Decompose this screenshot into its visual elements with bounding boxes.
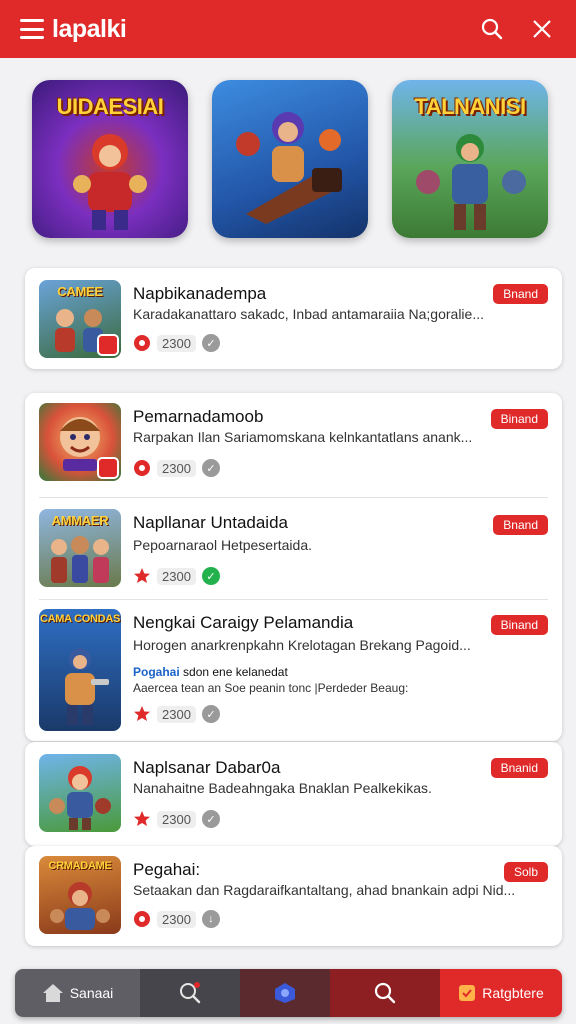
game-thumbnail: CAMA CONDAS (39, 609, 121, 731)
install-button[interactable]: Bnanid (490, 758, 548, 778)
app-badge-icon (97, 334, 119, 356)
game-card: Naplsanar Dabar0a Nanahaitne Badeahngaka… (25, 742, 562, 846)
list-item[interactable]: Pemarnadamoob Rarpakan Ilan Sariamomskan… (25, 393, 562, 497)
menu-icon[interactable] (20, 19, 44, 39)
rating-icon (134, 911, 150, 927)
search-icon[interactable] (478, 15, 506, 43)
list-item[interactable]: CRMADAME Pegahai: Setaakan dan Ragdaraif… (25, 846, 562, 946)
download-count: 2300 (157, 459, 196, 477)
nav-favorites[interactable]: Ratgbtere (440, 969, 562, 1017)
game-meta: 2300 ✓ (133, 567, 220, 585)
game-meta: 2300 ↓ (133, 910, 220, 928)
nav-search[interactable] (140, 969, 240, 1017)
install-button[interactable]: Binand (490, 409, 548, 429)
game-title: Nengkai Caraigy Pelamandia (133, 613, 354, 632)
verified-icon: ✓ (201, 810, 220, 828)
close-icon[interactable] (528, 15, 556, 43)
game-thumbnail: AMMAER (39, 509, 121, 587)
game-meta: 2300 ✓ (133, 705, 220, 723)
tagline-text: sdon ene kelanedat (183, 665, 288, 679)
rating-icon (134, 811, 150, 826)
game-thumbnail (39, 403, 121, 481)
tagline-label: Pogahai (133, 665, 180, 679)
app-title: lapalki (52, 14, 127, 43)
nav-home[interactable]: Sanaai (15, 969, 140, 1017)
game-description: Setaakan dan Ragdaraifkantaltang, ahad b… (133, 882, 516, 898)
game-description: Karadakanattaro sakadc, Inbad antamaraii… (133, 306, 484, 322)
nav-games[interactable] (240, 969, 330, 1017)
verified-icon: ✓ (201, 459, 220, 477)
rating-icon (134, 335, 150, 351)
featured-game-2[interactable] (212, 80, 368, 238)
game-card: CAMEE Napbikanadempa Karadakanattaro sak… (25, 268, 562, 369)
game-meta: 2300 ✓ (133, 334, 220, 352)
featured-game-3[interactable]: TALNANISI (392, 80, 548, 238)
featured-game-title: TALNANISI (414, 94, 526, 119)
game-title: Napbikanadempa (133, 284, 267, 303)
download-count: 2300 (157, 910, 196, 928)
list-item[interactable]: Naplsanar Dabar0a Nanahaitne Badeahngaka… (25, 742, 562, 846)
game-description: Pepoarnaraol Hetpesertaida. (133, 537, 313, 553)
game-tagline: Pogahai sdon ene kelanedat (133, 665, 288, 679)
download-count: 2300 (157, 705, 196, 723)
game-title: Napllanar Untadaida (133, 513, 288, 532)
list-item[interactable]: AMMAER Napllanar Untadaida Pepoarnaraol … (25, 497, 562, 601)
list-item[interactable]: CAMA CONDAS Nengkai Caraigy Pelamandia H… (25, 599, 562, 741)
game-subtext: Aaercea tean an Soe peanin tonc |Perdede… (133, 681, 409, 695)
install-button[interactable]: Solb (503, 862, 548, 882)
game-thumbnail: CAMEE (39, 280, 121, 358)
gamepad-icon (275, 983, 295, 1003)
home-icon (42, 984, 63, 1002)
install-button[interactable]: Bnand (493, 284, 548, 304)
thumbnail-label: CAMEE (57, 284, 103, 299)
verified-icon: ✓ (201, 334, 220, 352)
download-count: 2300 (157, 334, 196, 352)
featured-game-1[interactable]: UIDAESIAI (32, 80, 188, 238)
game-description: Rarpakan Ilan Sariamomskana kelnkantatla… (133, 429, 473, 445)
rating-icon (134, 568, 150, 583)
game-meta: 2300 ✓ (133, 810, 220, 828)
game-thumbnail: CRMADAME (39, 856, 121, 934)
rating-icon (134, 460, 150, 476)
game-description: Nanahaitne Badeahngaka Bnaklan Pealkekik… (133, 780, 432, 796)
explore-icon (374, 982, 396, 1004)
verified-icon: ✓ (201, 567, 220, 585)
game-title: Pemarnadamoob (133, 407, 264, 426)
game-title: Pegahai: (133, 860, 201, 879)
featured-game-title: UIDAESIAI (56, 94, 164, 119)
thumbnail-label: AMMAER (51, 513, 109, 528)
thumbnail-label: CRMADAME (48, 860, 112, 872)
game-description: Horogen anarkrenpkahn Krelotagan Brekang… (133, 637, 471, 653)
verified-icon: ✓ (201, 705, 220, 723)
game-meta: 2300 ✓ (133, 459, 220, 477)
list-item[interactable]: CAMEE Napbikanadempa Karadakanattaro sak… (25, 268, 562, 369)
verified-icon: ↓ (201, 910, 220, 928)
featured-games: UIDAESIAI TALNANISI (32, 80, 548, 240)
game-list-card: Pemarnadamoob Rarpakan Ilan Sariamomskan… (25, 393, 562, 741)
nav-home-label: Sanaai (69, 985, 114, 1001)
nav-favorites-label: Ratgbtere (482, 985, 544, 1001)
favorite-icon (459, 985, 476, 1001)
app-badge-icon (97, 457, 119, 479)
game-title: Naplsanar Dabar0a (133, 758, 281, 777)
top-app-bar: lapalki (0, 0, 576, 58)
bottom-navigation: Sanaai Ratgbtere (15, 969, 562, 1017)
install-button[interactable]: Binand (490, 615, 548, 635)
install-button[interactable]: Bnand (493, 515, 548, 535)
game-card: CRMADAME Pegahai: Setaakan dan Ragdaraif… (25, 846, 562, 946)
thumbnail-label: CAMA CONDAS (39, 613, 120, 625)
search-icon (180, 982, 201, 1004)
download-count: 2300 (157, 567, 196, 585)
rating-icon (134, 706, 150, 721)
download-count: 2300 (157, 810, 196, 828)
game-thumbnail (39, 754, 121, 832)
nav-explore[interactable] (330, 969, 440, 1017)
